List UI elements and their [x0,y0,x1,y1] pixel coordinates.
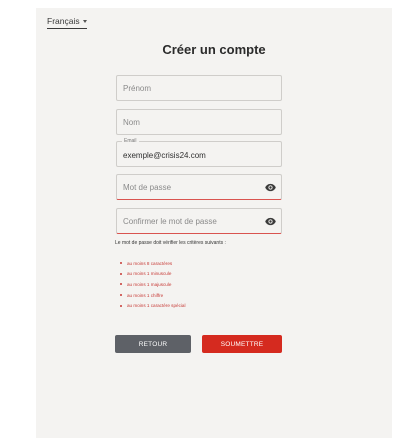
criteria-item-label: au moins 1 chiffre [127,292,164,298]
email-input[interactable] [117,142,281,166]
password-field-wrapper [116,174,282,200]
criteria-item-label: au moins 8 caractères [127,260,173,266]
list-item: au moins 1 caractère spécial [120,300,185,311]
confirm-password-field-wrapper [116,208,282,234]
first-name-field-wrapper [116,75,282,101]
language-selector[interactable]: Français [47,16,87,29]
password-criteria-title: Le mot de passe doit vérifier les critèr… [115,240,226,246]
page: Français Créer un compte Email [0,0,400,438]
page-title: Créer un compte [162,42,266,57]
eye-icon[interactable] [265,183,276,192]
submit-button[interactable]: SOUMETTRE [202,335,282,353]
criteria-item-label: au moins 1 caractère spécial [127,303,186,309]
language-selected-label: Français [47,16,80,26]
chevron-down-icon [82,20,87,23]
email-field-wrapper: Email [116,138,282,167]
list-item: au moins 1 majuscule [120,279,185,290]
criteria-item-label: au moins 1 majuscule [127,281,172,287]
back-button[interactable]: RETOUR [115,335,191,353]
bullet-icon [120,294,122,297]
first-name-input[interactable] [117,76,281,100]
bullet-icon [120,272,122,275]
password-input[interactable] [117,175,281,199]
signup-card: Français Créer un compte Email [36,8,392,438]
bullet-icon [120,304,122,307]
eye-icon[interactable] [265,217,276,226]
list-item: au moins 8 caractères [120,258,185,269]
bullet-icon [120,262,122,265]
list-item: au moins 1 minuscule [120,269,185,280]
list-item: au moins 1 chiffre [120,290,185,301]
confirm-password-input[interactable] [117,209,281,233]
last-name-input[interactable] [117,110,281,134]
password-criteria-list: au moins 8 caractères au moins 1 minuscu… [120,258,185,311]
bullet-icon [120,283,122,286]
criteria-item-label: au moins 1 minuscule [127,271,172,277]
last-name-field-wrapper [116,109,282,135]
